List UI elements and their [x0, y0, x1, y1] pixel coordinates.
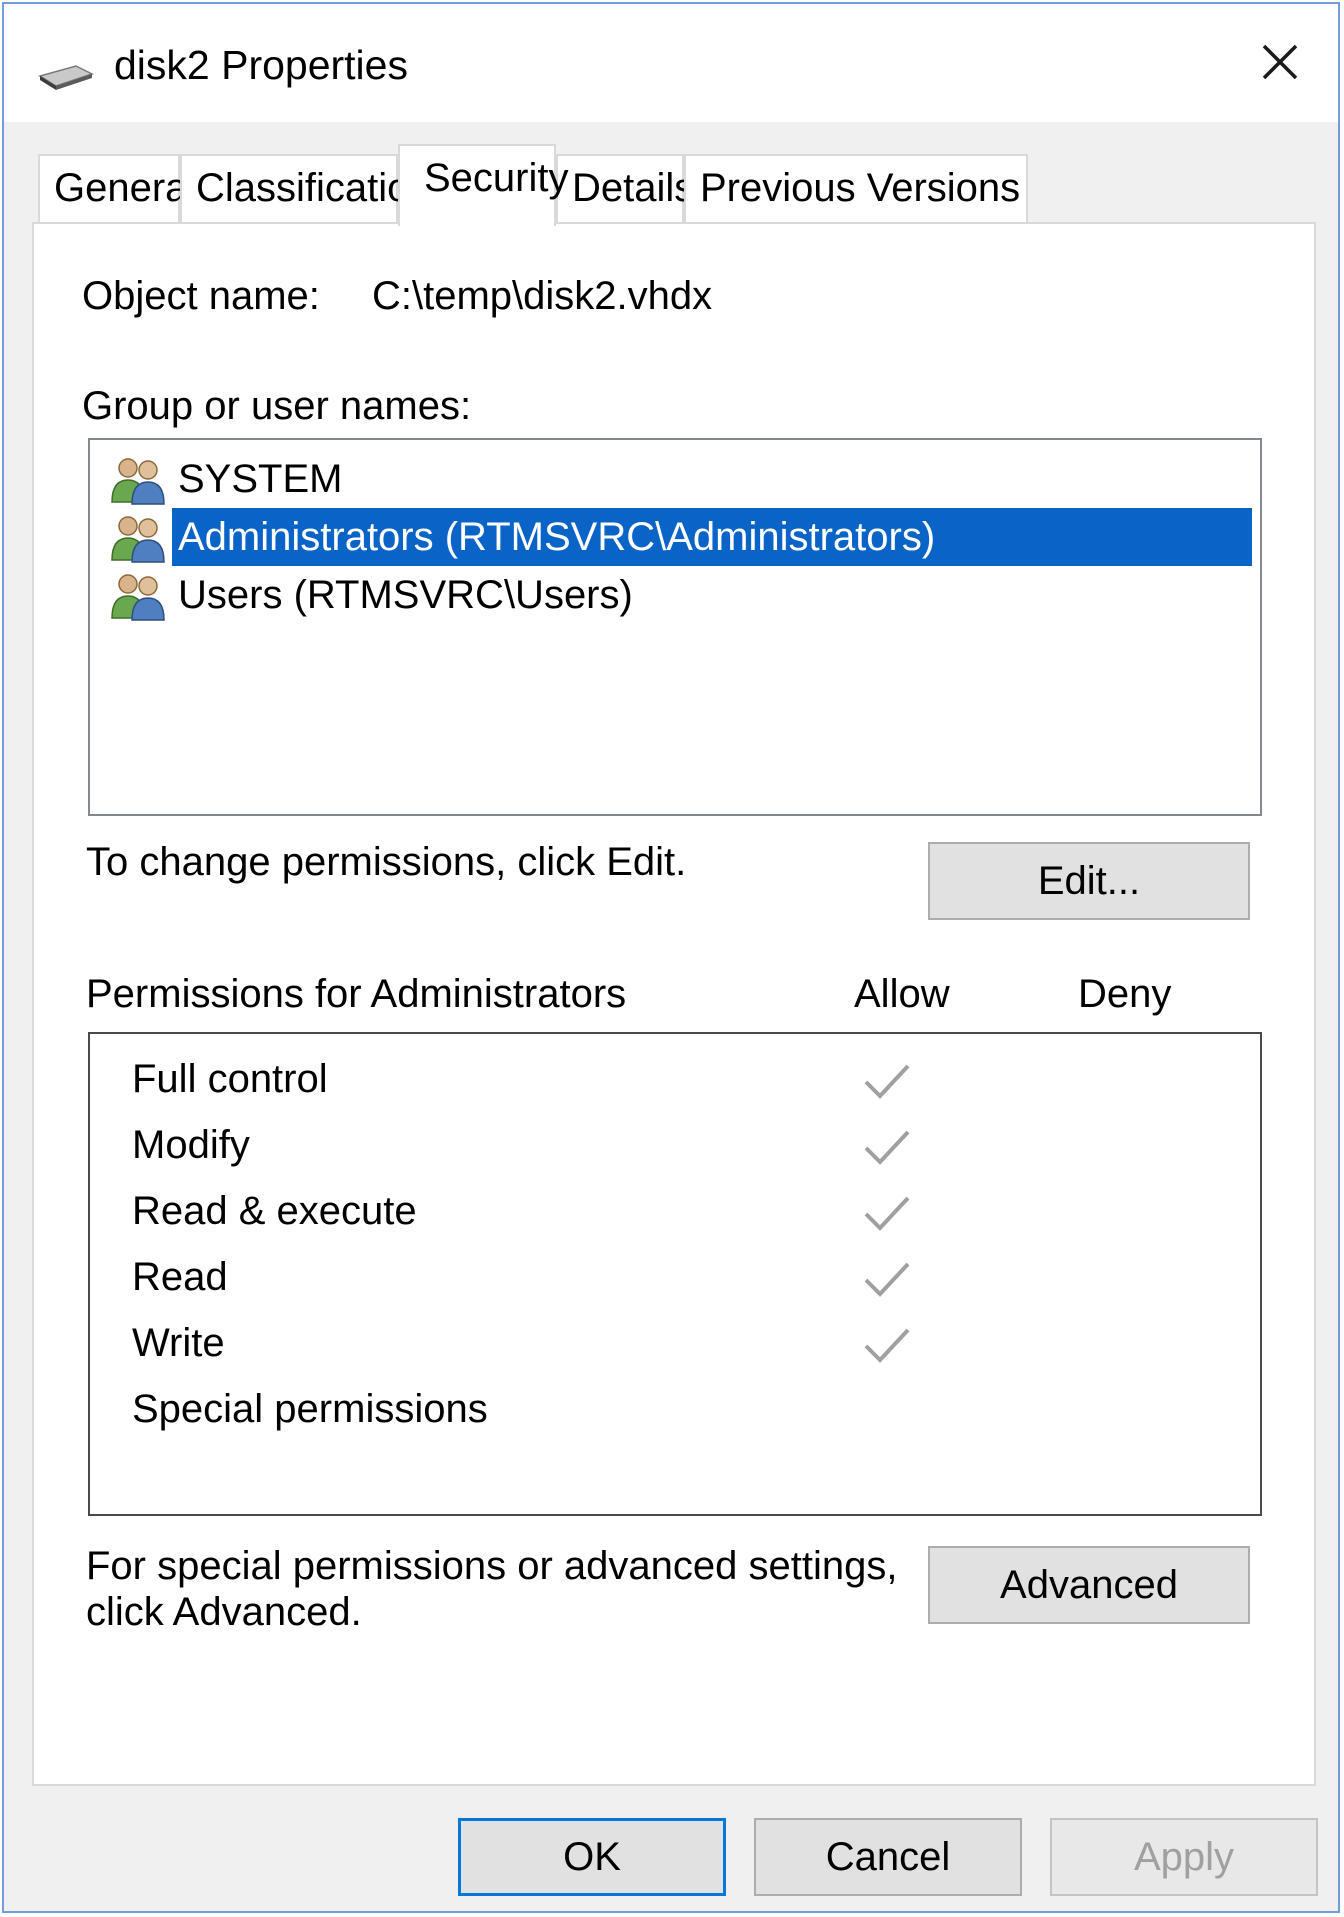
tab-security[interactable]: Security [398, 144, 569, 226]
permission-name: Read [132, 1255, 228, 1299]
user-group-icon [111, 574, 165, 621]
edit-button[interactable]: Edit... [928, 842, 1250, 920]
cancel-button[interactable]: Cancel [754, 1818, 1022, 1896]
permission-row: Modify [90, 1114, 1260, 1180]
user-group-icon [111, 458, 165, 505]
advanced-hint-line2: click Advanced. [86, 1590, 362, 1634]
security-panel: Object name: C:\temp\disk2.vhdx Group or… [32, 222, 1316, 1786]
deny-column-header: Deny [1078, 972, 1172, 1016]
user-name: SYSTEM [178, 457, 343, 501]
permission-name: Special permissions [132, 1387, 488, 1431]
permission-name: Full control [132, 1057, 328, 1101]
advanced-button[interactable]: Advanced [928, 1546, 1250, 1624]
list-item-selected[interactable]: Administrators (RTMSVRC\Administrators) [108, 508, 1252, 566]
permissions-list[interactable]: Full control Modify Read & execute Read … [88, 1032, 1262, 1516]
object-name-value: C:\temp\disk2.vhdx [372, 274, 713, 318]
list-item[interactable]: SYSTEM [108, 450, 1252, 508]
list-item[interactable]: Users (RTMSVRC\Users) [108, 566, 1252, 624]
check-icon [864, 1328, 910, 1363]
tab-previous-versions[interactable]: Previous Versions [684, 154, 1028, 222]
permissions-for-label: Permissions for Administrators [86, 972, 627, 1016]
permission-name: Read & execute [132, 1189, 417, 1233]
user-name: Users (RTMSVRC\Users) [178, 573, 633, 617]
group-names-label: Group or user names: [82, 384, 472, 428]
allow-column-header: Allow [854, 972, 950, 1016]
user-group-icon [111, 516, 165, 563]
permission-row: Full control [90, 1048, 1260, 1114]
check-icon [864, 1064, 910, 1099]
permission-row: Write [90, 1312, 1260, 1378]
permission-name: Modify [132, 1123, 250, 1167]
change-permissions-hint: To change permissions, click Edit. [86, 840, 687, 884]
ok-button[interactable]: OK [458, 1818, 726, 1896]
permission-row: Special permissions [90, 1378, 1260, 1444]
user-list[interactable]: SYSTEM Administrators (RTMSVRC\Administr… [88, 438, 1262, 816]
drive-icon [38, 65, 94, 90]
permission-name: Write [132, 1321, 225, 1365]
window-title: disk2 Properties [114, 42, 408, 88]
apply-button[interactable]: Apply [1050, 1818, 1318, 1896]
title-bar[interactable]: disk2 Properties [4, 4, 1338, 122]
user-name: Administrators (RTMSVRC\Administrators) [172, 508, 1252, 566]
permission-row: Read [90, 1246, 1260, 1312]
check-icon [864, 1196, 910, 1231]
check-icon [864, 1130, 910, 1165]
permission-row: Read & execute [90, 1180, 1260, 1246]
properties-dialog: disk2 Properties General Classification … [2, 2, 1340, 1913]
tab-classification[interactable]: Classification [180, 154, 432, 222]
tab-general[interactable]: General [38, 154, 196, 222]
check-icon [864, 1262, 910, 1297]
advanced-hint-line1: For special permissions or advanced sett… [86, 1544, 898, 1588]
tab-details[interactable]: Details [556, 154, 694, 222]
close-icon[interactable] [1252, 34, 1308, 90]
object-name-label: Object name: [82, 274, 320, 318]
